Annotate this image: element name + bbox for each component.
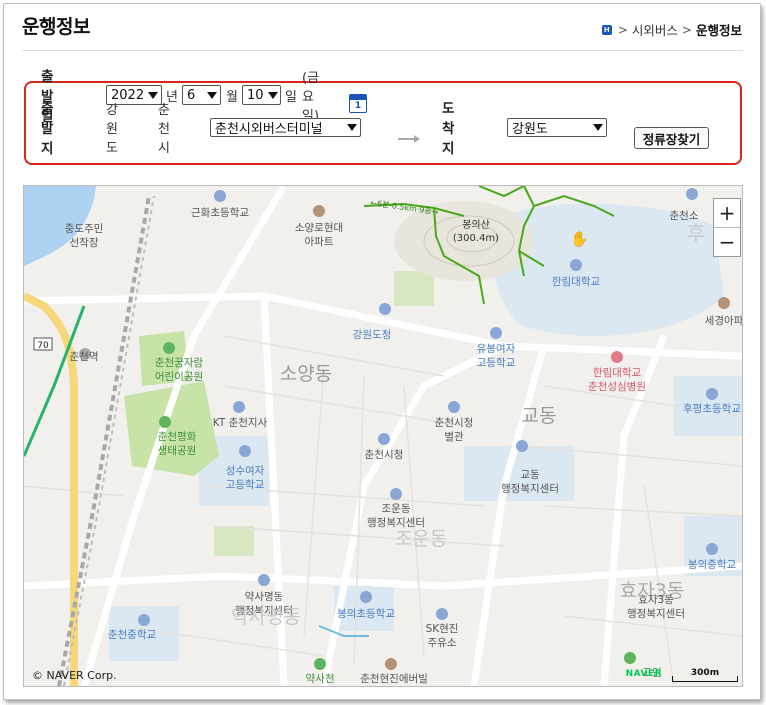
departure-terminal-select[interactable]: 춘천시외버스터미널 — [210, 117, 361, 137]
map-label: 생태공원 — [158, 445, 197, 457]
map-view[interactable]: 중도주민 선착장 근화초등학교 소양로현대 아파트 ←6분·0.5km·9층→ … — [23, 185, 743, 687]
map-label: 선착장 — [70, 237, 99, 249]
day-unit: 일 — [285, 89, 297, 105]
map-label: 교동 — [522, 405, 557, 427]
arrow-right-icon — [398, 135, 420, 143]
park-area — [214, 526, 254, 556]
departure-terminal-value: 춘천시외버스터미널 — [215, 121, 323, 137]
map-label: 행정복지센터 — [501, 483, 559, 495]
title-divider — [22, 50, 743, 51]
departure-label: 출발지 — [41, 101, 54, 157]
departure-region: 강원도 — [106, 102, 118, 156]
map-label: 약사천 — [306, 673, 335, 685]
map-label: 약사명동 — [231, 606, 301, 628]
breadcrumb: H > 시외버스 > 운행정보 — [601, 20, 742, 39]
map-label: 고등학교 — [477, 357, 516, 369]
map-label: 춘천성심병원 — [588, 381, 646, 393]
chevron-down-icon — [347, 123, 357, 131]
map-canvas: 중도주민 선착장 근화초등학교 소양로현대 아파트 ←6분·0.5km·9층→ … — [24, 186, 742, 686]
map-label: 춘천시청 — [365, 449, 404, 461]
map-label: 효자3동 — [638, 594, 674, 606]
map-label: 성수여자 — [226, 465, 265, 477]
chevron-down-icon — [267, 91, 278, 99]
chevron-right-icon: > — [617, 22, 628, 37]
map-label: 춘천역 — [70, 351, 99, 363]
map-label: 강원도청 — [353, 329, 392, 341]
map-label: 춘천평화 — [158, 431, 197, 443]
map-label: 한림대학교 — [552, 276, 601, 288]
map-label: 소양동 — [280, 363, 332, 385]
map-label: 근화초등학교 — [191, 207, 249, 219]
map-label: 후평초등학교 — [683, 403, 741, 415]
map-label: 주유소 — [428, 637, 457, 649]
map-label: 한림대학교 — [593, 367, 642, 379]
map-label: 약사명동 — [245, 591, 284, 603]
map-label: 아파트 — [305, 236, 334, 248]
route-number: 70 — [37, 341, 49, 351]
map-scale-bar: 300m — [672, 668, 738, 682]
arrival-label: 도착지 — [442, 101, 455, 157]
month-select[interactable]: 6 — [182, 85, 221, 105]
chevron-right-icon: > — [681, 22, 692, 37]
map-label: 춘천시청 — [435, 417, 474, 429]
arrival-region-value: 강원도 — [512, 121, 548, 137]
zoom-control: + − — [713, 198, 741, 257]
map-label: 춘천꿈자람 — [155, 356, 204, 369]
map-label: 행정복지센터 — [627, 608, 685, 620]
map-label: 중도주민 — [65, 223, 104, 235]
page-title: 운행정보 — [22, 16, 90, 38]
map-label: (300.4m) — [453, 233, 499, 244]
home-icon[interactable]: H — [601, 24, 612, 35]
park-area — [394, 271, 434, 306]
map-copyright: © NAVER Corp. — [32, 669, 117, 682]
map-label: 고등학교 — [226, 479, 265, 491]
hand-cursor-icon: ✋ — [570, 230, 589, 248]
map-label: 조운동 — [382, 503, 411, 515]
map-label: 춘천현진에버빌 — [360, 673, 428, 685]
route-search-form: 출발일 2022 년 6 월 10 일 (금요일) 1 출발지 강원도 춘천시 … — [24, 69, 742, 165]
calendar-icon[interactable]: 1 — [349, 94, 367, 113]
weekday-text: (금요일) — [302, 70, 320, 124]
day-select[interactable]: 10 — [242, 85, 281, 105]
chevron-down-icon — [593, 123, 603, 131]
map-label: 춘천중학교 — [108, 629, 157, 641]
zoom-out-button[interactable]: − — [714, 228, 740, 256]
departure-city: 춘천시 — [158, 102, 170, 156]
day-value: 10 — [247, 87, 264, 103]
chevron-down-icon — [207, 91, 217, 99]
month-value: 6 — [187, 87, 196, 103]
breadcrumb-item-bus[interactable]: 시외버스 — [632, 20, 678, 39]
chevron-down-icon — [148, 91, 159, 99]
arrival-region-select[interactable]: 강원도 — [507, 117, 607, 137]
map-label: 교동 — [520, 469, 540, 481]
find-stop-button[interactable]: 정류장찾기 — [634, 127, 709, 149]
map-label: 봉의초등학교 — [337, 608, 395, 620]
map-label: KT 춘천지사 — [213, 417, 268, 429]
map-label: 조운동 — [395, 528, 447, 550]
map-label: 세경아파 — [705, 314, 742, 327]
naver-logo[interactable]: NAVER — [626, 669, 662, 679]
map-label: 소양로현대 — [295, 222, 343, 234]
map-label: 봉의산 — [462, 219, 490, 231]
map-label: 봉의중학교 — [688, 559, 737, 571]
map-label: 별관 — [444, 431, 464, 443]
breadcrumb-item-current: 운행정보 — [695, 23, 742, 38]
zoom-in-button[interactable]: + — [714, 199, 740, 228]
map-label: 유봉여자 — [477, 343, 516, 355]
map-label: 어린이공원 — [155, 371, 203, 383]
map-label: 후 — [687, 221, 705, 245]
map-label: SK현진 — [426, 623, 459, 635]
month-unit: 월 — [226, 89, 238, 105]
